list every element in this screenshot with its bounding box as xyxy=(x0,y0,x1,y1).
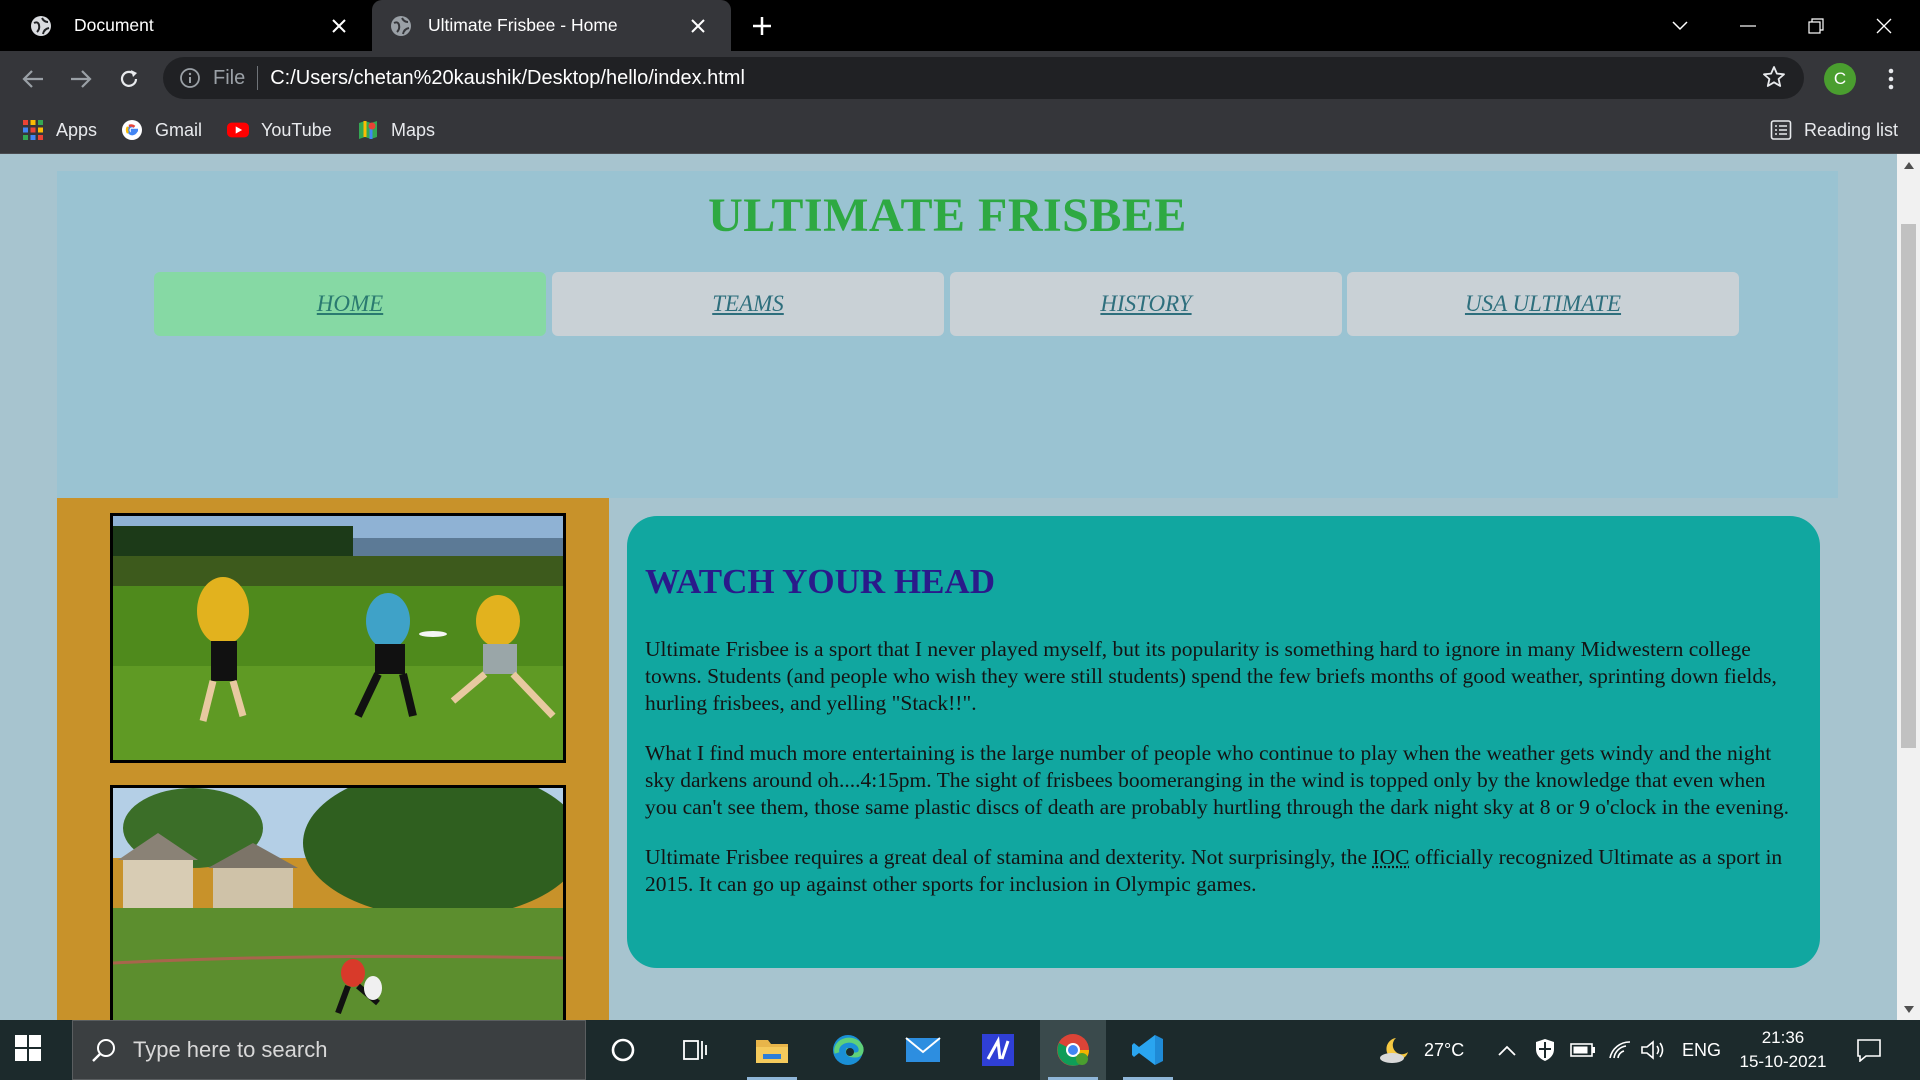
restore-button[interactable] xyxy=(1800,10,1832,42)
app-icon[interactable] xyxy=(965,1020,1031,1080)
weather-widget[interactable]: 27°C xyxy=(1378,1020,1464,1080)
tab-title: Document xyxy=(74,15,154,35)
address-bar[interactable]: File C:/Users/chetan%20kaushik/Desktop/h… xyxy=(163,57,1804,99)
nav-usa-ultimate[interactable]: USA ULTIMATE xyxy=(1347,272,1739,336)
search-icon xyxy=(91,1037,117,1063)
battery-icon[interactable] xyxy=(1570,1020,1596,1080)
article-heading: WATCH YOUR HEAD xyxy=(645,562,996,601)
bookmark-label: Gmail xyxy=(155,119,203,140)
info-icon[interactable] xyxy=(179,67,201,89)
forward-button[interactable] xyxy=(66,64,96,94)
vscode-icon[interactable] xyxy=(1115,1020,1181,1080)
task-view-icon[interactable] xyxy=(662,1020,728,1080)
search-placeholder: Type here to search xyxy=(133,1037,328,1062)
reading-list-button[interactable]: Reading list xyxy=(1770,116,1898,144)
weather-temp: 27°C xyxy=(1424,1039,1465,1060)
frisbee-catch-photo xyxy=(110,785,566,1020)
file-explorer-icon[interactable] xyxy=(739,1020,805,1080)
wifi-icon[interactable] xyxy=(1608,1020,1632,1080)
security-shield-icon[interactable] xyxy=(1534,1020,1556,1080)
address-separator xyxy=(257,66,259,90)
windows-taskbar: Type here to search 27°C ENG 21:36 15-10… xyxy=(0,1020,1920,1080)
clock-date: 15-10-2021 xyxy=(1739,1052,1827,1071)
reading-list-label: Reading list xyxy=(1804,119,1899,140)
nav-history[interactable]: HISTORY xyxy=(950,272,1342,336)
page-header: ULTIMATE FRISBEE HOME TEAMS HISTORY USA … xyxy=(57,171,1838,498)
notifications-icon[interactable] xyxy=(1856,1020,1882,1080)
bookmark-youtube[interactable]: YouTube xyxy=(227,116,332,144)
globe-icon xyxy=(390,15,412,37)
close-icon[interactable] xyxy=(687,15,709,37)
tab-ultimate-frisbee[interactable]: Ultimate Frisbee - Home xyxy=(372,0,731,51)
article-paragraph: Ultimate Frisbee requires a great deal o… xyxy=(645,844,1802,898)
weather-moon-icon xyxy=(1378,1036,1414,1064)
taskbar-clock[interactable]: 21:36 15-10-2021 xyxy=(1728,1026,1838,1074)
photo-sidebar xyxy=(57,498,609,1020)
cortana-icon[interactable] xyxy=(590,1020,656,1080)
tray-overflow-chevron-icon[interactable] xyxy=(1498,1020,1516,1080)
close-window-button[interactable] xyxy=(1868,10,1900,42)
scroll-down-arrow-icon[interactable] xyxy=(1897,998,1920,1020)
menu-dots-icon[interactable] xyxy=(1876,64,1906,94)
tab-strip: Document Ultimate Frisbee - Home xyxy=(0,0,1920,51)
bookmark-label: Apps xyxy=(56,119,98,140)
article-paragraph: What I find much more entertaining is th… xyxy=(645,741,1789,819)
reading-list-icon xyxy=(1770,119,1792,141)
globe-icon xyxy=(30,15,52,37)
profile-avatar[interactable]: C xyxy=(1824,63,1856,95)
close-icon[interactable] xyxy=(328,15,350,37)
bookmark-label: YouTube xyxy=(261,119,332,140)
reload-button[interactable] xyxy=(114,64,144,94)
chrome-icon[interactable] xyxy=(1040,1020,1106,1080)
ioc-abbreviation[interactable]: IOC xyxy=(1372,845,1409,869)
paragraph-text: Ultimate Frisbee requires a great deal o… xyxy=(645,845,1373,869)
main-nav: HOME TEAMS HISTORY USA ULTIMATE xyxy=(154,272,1744,336)
article-paragraph: Ultimate Frisbee is a sport that I never… xyxy=(645,637,1777,715)
back-button[interactable] xyxy=(18,64,48,94)
bookmark-maps[interactable]: Maps xyxy=(357,116,435,144)
new-tab-button[interactable] xyxy=(748,12,776,40)
article-card: WATCH YOUR HEAD Ultimate Frisbee is a sp… xyxy=(627,516,1820,968)
windows-start-icon[interactable] xyxy=(14,1034,46,1066)
nav-teams[interactable]: TEAMS xyxy=(552,272,944,336)
nav-home[interactable]: HOME xyxy=(154,272,546,336)
edge-icon[interactable] xyxy=(815,1020,881,1080)
page-viewport: ULTIMATE FRISBEE HOME TEAMS HISTORY USA … xyxy=(0,154,1897,1020)
bookmark-label: Maps xyxy=(391,119,436,140)
scroll-up-arrow-icon[interactable] xyxy=(1897,154,1920,176)
youtube-icon xyxy=(227,119,249,141)
page-scrollbar[interactable] xyxy=(1897,154,1920,1020)
maps-icon xyxy=(357,119,379,141)
clock-time: 21:36 xyxy=(1761,1028,1805,1047)
url-text[interactable]: C:/Users/chetan%20kaushik/Desktop/hello/… xyxy=(270,67,1762,90)
google-icon xyxy=(121,119,143,141)
language-indicator[interactable]: ENG xyxy=(1682,1020,1721,1080)
browser-toolbar: File C:/Users/chetan%20kaushik/Desktop/h… xyxy=(0,51,1920,106)
taskbar-search-box[interactable]: Type here to search xyxy=(72,1020,586,1080)
mail-icon[interactable] xyxy=(890,1020,956,1080)
apps-grid-icon xyxy=(22,119,44,141)
scrollbar-thumb[interactable] xyxy=(1901,224,1916,748)
tab-title: Ultimate Frisbee - Home xyxy=(428,15,618,35)
tab-document[interactable]: Document xyxy=(0,0,372,51)
minimize-button[interactable] xyxy=(1732,10,1764,42)
bookmark-apps[interactable]: Apps xyxy=(22,116,97,144)
bookmark-star-icon[interactable] xyxy=(1762,65,1788,91)
frisbee-game-photo xyxy=(110,513,566,763)
site-title: ULTIMATE FRISBEE xyxy=(708,189,1187,242)
bookmarks-bar: Apps Gmail YouTube Maps Reading list xyxy=(0,106,1920,154)
bookmark-gmail[interactable]: Gmail xyxy=(121,116,202,144)
scheme-label: File xyxy=(213,66,246,89)
volume-icon[interactable] xyxy=(1640,1020,1666,1080)
tab-search-chevron-icon[interactable] xyxy=(1664,10,1696,42)
